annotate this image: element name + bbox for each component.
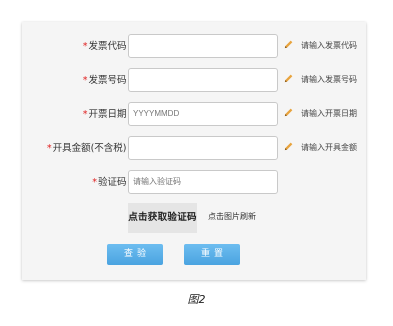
verification-code-input[interactable] [128,170,278,194]
invoice-amount-hint: 请输入开具金额 [301,143,357,152]
refresh-captcha-text: 点击图片刷新 [208,212,256,221]
pencil-icon [284,142,293,151]
reset-button[interactable]: 重置 [184,244,240,265]
required-mark: * [46,143,52,154]
required-mark: * [82,75,88,86]
invoice-number-row: *发票号码： 请输入发票号码 [22,68,366,92]
invoice-number-input[interactable] [128,68,278,92]
invoice-date-input[interactable] [128,102,278,126]
pencil-icon [284,74,293,83]
query-button[interactable]: 查验 [107,244,163,265]
captcha-image-button[interactable]: 点击获取验证码 [128,203,197,233]
required-mark: * [82,41,88,52]
figure-caption: 图2 [187,293,206,306]
invoice-amount-row: *开具金额(不含税)： 请输入开具金额 [22,136,366,160]
pencil-icon [284,40,293,49]
verification-code-row: *验证码： [22,170,366,194]
invoice-amount-label: *开具金额(不含税)： [46,143,136,154]
required-mark: * [82,109,88,120]
invoice-date-row: *开票日期： 请输入开票日期 [22,102,366,126]
invoice-number-hint: 请输入发票号码 [301,75,357,84]
invoice-date-hint: 请输入开票日期 [301,109,357,118]
invoice-amount-input[interactable] [128,136,278,160]
required-mark: * [92,177,97,188]
invoice-code-row: *发票代码： 请输入发票代码 [22,34,366,58]
invoice-code-input[interactable] [128,34,278,58]
invoice-code-hint: 请输入发票代码 [301,41,357,50]
invoice-form-panel: *发票代码： 请输入发票代码 *发票号码： 请输入发票号码 *开票日期： 请输入… [22,22,366,280]
pencil-icon [284,108,293,117]
